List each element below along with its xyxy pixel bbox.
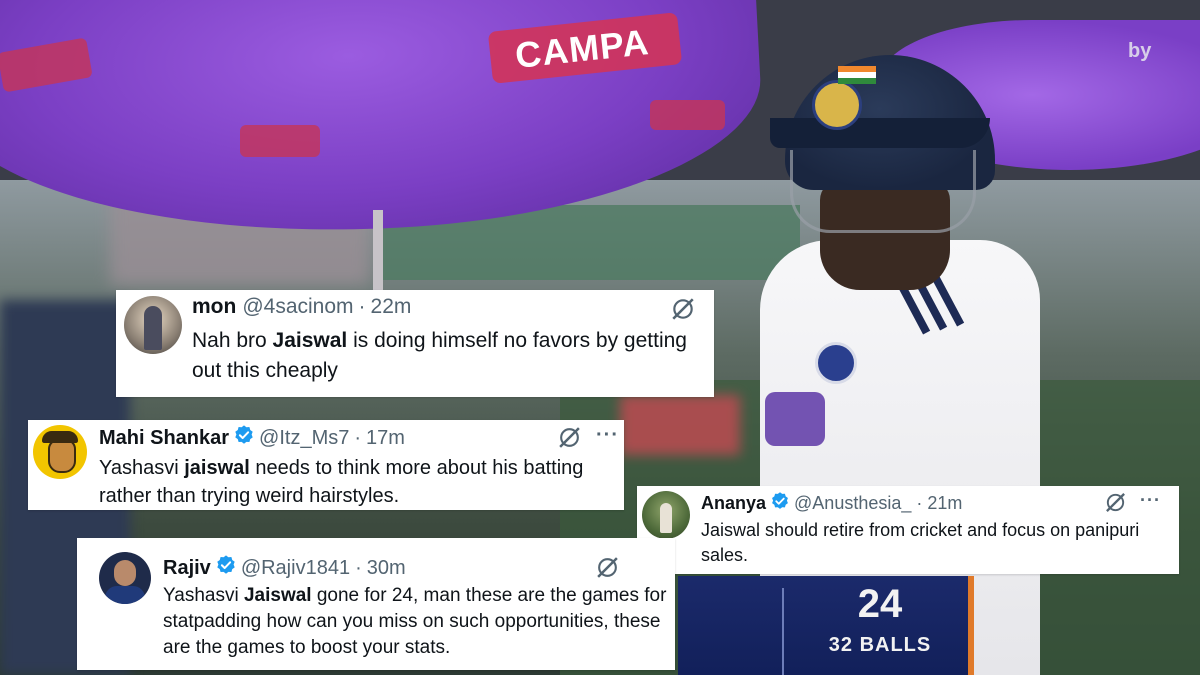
score-balls: 32 BALLS xyxy=(828,634,932,656)
tweet-card-rajiv[interactable]: Rajiv @Rajiv1841 · 30m Yashasvi Jaiswal … xyxy=(77,538,675,670)
sponsor-logo xyxy=(765,392,825,446)
display-name[interactable]: Mahi Shankar xyxy=(99,427,229,450)
umbrella-brand-patch-3 xyxy=(240,125,320,157)
grok-icon[interactable] xyxy=(1104,491,1127,519)
avatar-face xyxy=(48,439,76,473)
tweet-text: Nah bro Jaiswal is doing himself no favo… xyxy=(192,329,687,382)
grok-icon[interactable] xyxy=(557,425,582,455)
timestamp[interactable]: 17m xyxy=(366,427,405,450)
tweet-header: Rajiv @Rajiv1841 · 30m xyxy=(163,554,406,582)
tweet-card-mahi-shankar[interactable]: Mahi Shankar @Itz_Ms7 · 17m ··· Yashasvi… xyxy=(28,420,624,510)
bcci-badge xyxy=(815,342,857,384)
avatar-face xyxy=(114,560,136,586)
tweet-text: Yashasvi Jaiswal gone for 24, man these … xyxy=(163,585,667,658)
score-divider xyxy=(782,588,784,675)
helmet-crest xyxy=(812,80,862,130)
tweet-text: Jaiswal should retire from cricket and f… xyxy=(701,520,1140,565)
verified-badge-icon xyxy=(770,491,790,516)
timestamp[interactable]: 21m xyxy=(927,493,962,514)
grok-icon[interactable] xyxy=(595,555,620,585)
avatar[interactable] xyxy=(99,552,151,604)
avatar-figure xyxy=(660,503,672,533)
user-handle[interactable]: @4sacinom xyxy=(242,295,353,319)
tweet-card-mon[interactable]: mon @4sacinom · 22m Nah bro Jaiswal is d… xyxy=(116,290,714,397)
score-orange-edge xyxy=(968,576,974,675)
more-options-icon[interactable]: ··· xyxy=(596,424,619,447)
avatar-figure xyxy=(144,306,162,350)
tweet-card-ananya[interactable]: Ananya @Anusthesia_ · 21m ··· Jaiswal sh… xyxy=(637,486,1179,574)
separator-dot: · xyxy=(355,556,362,579)
timestamp[interactable]: 30m xyxy=(367,557,406,580)
tweet-text: Yashasvi jaiswal needs to think more abo… xyxy=(99,457,584,507)
avatar-shirt xyxy=(105,586,145,604)
tweet-header: Mahi Shankar @Itz_Ms7 · 17m xyxy=(99,424,405,452)
display-name[interactable]: Rajiv xyxy=(163,557,211,580)
watermark-text: by xyxy=(1128,40,1152,62)
user-handle[interactable]: @Anusthesia_ xyxy=(794,493,911,514)
more-options-icon[interactable]: ··· xyxy=(1140,490,1161,511)
umbrella-brand-patch-4 xyxy=(650,100,725,130)
helmet-brim xyxy=(770,118,990,148)
grok-icon[interactable] xyxy=(670,296,696,327)
user-handle[interactable]: @Itz_Ms7 xyxy=(259,427,349,450)
avatar[interactable] xyxy=(33,425,87,479)
avatar-hat xyxy=(42,431,78,443)
tweet-header: mon @4sacinom · 22m xyxy=(192,295,411,319)
timestamp[interactable]: 22m xyxy=(371,295,412,319)
user-handle[interactable]: @Rajiv1841 xyxy=(241,557,350,580)
red-mat xyxy=(620,395,740,455)
tweet-header: Ananya @Anusthesia_ · 21m xyxy=(701,491,962,516)
display-name[interactable]: mon xyxy=(192,295,236,319)
separator-dot: · xyxy=(358,295,366,318)
display-name[interactable]: Ananya xyxy=(701,493,766,514)
avatar[interactable] xyxy=(642,491,690,539)
verified-badge-icon xyxy=(215,554,237,582)
separator-dot: · xyxy=(916,493,923,513)
helmet-grille xyxy=(790,150,976,233)
avatar[interactable] xyxy=(124,296,182,354)
helmet-flag xyxy=(838,66,876,84)
verified-badge-icon xyxy=(233,424,255,452)
separator-dot: · xyxy=(354,426,362,449)
score-runs: 24 xyxy=(857,582,903,626)
